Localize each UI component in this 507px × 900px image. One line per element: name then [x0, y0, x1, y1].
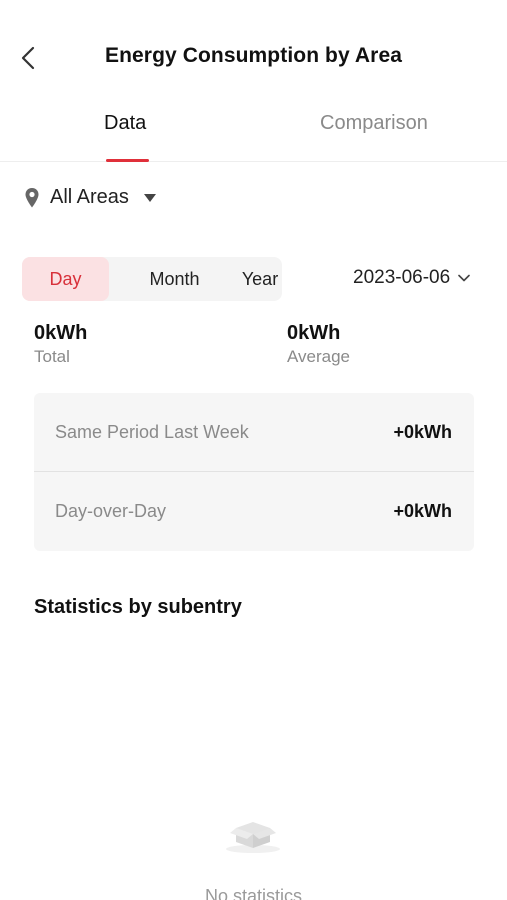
- caret-down-icon: [143, 193, 156, 202]
- active-tab-indicator: [106, 159, 149, 162]
- average-label: Average: [287, 347, 351, 366]
- average-value: 0kWh: [287, 322, 341, 344]
- comparison-value: +0kWh: [393, 422, 452, 442]
- total-value: 0kWh: [34, 322, 88, 344]
- period-month-button[interactable]: Month: [117, 257, 232, 301]
- tab-data[interactable]: Data: [104, 112, 146, 135]
- comparison-value: +0kWh: [393, 501, 452, 521]
- empty-box-icon: [226, 822, 280, 853]
- average-stat: 0kWh Average: [287, 322, 350, 367]
- tab-comparison[interactable]: Comparison: [320, 112, 428, 135]
- comparison-label: Same Period Last Week: [55, 422, 249, 442]
- total-label: Total: [34, 347, 70, 366]
- period-year-button[interactable]: Year: [218, 257, 302, 301]
- location-pin-icon: [25, 187, 39, 207]
- period-day-button[interactable]: Day: [22, 257, 109, 301]
- date-value: 2023-06-06: [353, 267, 451, 288]
- date-picker[interactable]: 2023-06-06: [353, 267, 471, 289]
- chevron-down-icon: [458, 274, 471, 282]
- page-title: Energy Consumption by Area: [104, 44, 403, 67]
- statistics-section-title: Statistics by subentry: [34, 596, 242, 618]
- tab-bar: Data Comparison: [0, 100, 507, 162]
- comparison-label: Day-over-Day: [55, 501, 167, 521]
- area-dropdown-label: All Areas: [50, 186, 129, 208]
- empty-state-text: No statistics: [204, 886, 303, 900]
- comparison-row-last-week: Same Period Last Week +0kWh: [34, 393, 474, 472]
- period-segmented-control: Day Month Year: [22, 257, 282, 301]
- area-dropdown[interactable]: All Areas: [24, 186, 157, 209]
- comparison-card: Same Period Last Week +0kWh Day-over-Day…: [34, 393, 474, 551]
- total-stat: 0kWh Total: [34, 322, 87, 367]
- header: Energy Consumption by Area: [0, 0, 507, 110]
- comparison-row-day-over-day: Day-over-Day +0kWh: [34, 472, 474, 551]
